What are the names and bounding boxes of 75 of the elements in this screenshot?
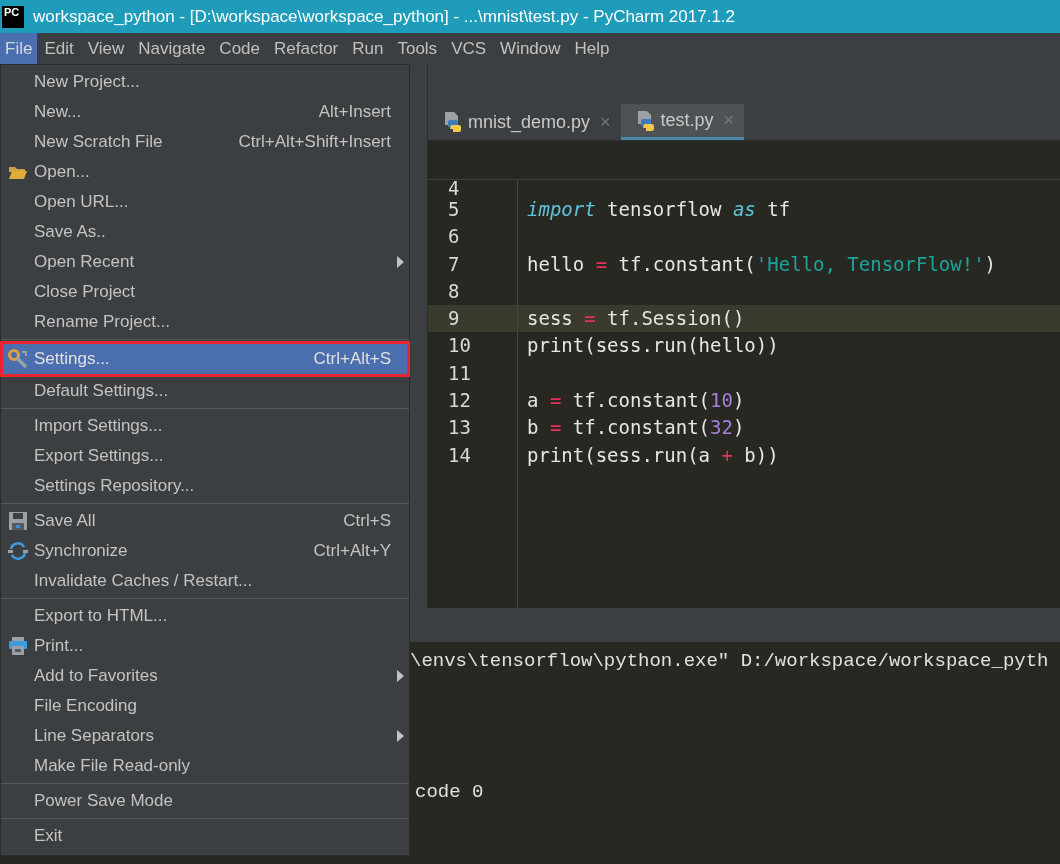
menu-item[interactable]: Window: [493, 33, 568, 64]
line-number: 10: [448, 333, 472, 359]
shortcut-label: Ctrl+S: [343, 511, 391, 531]
printer-icon: [6, 635, 29, 657]
line-number: 7: [448, 251, 461, 277]
menu-item[interactable]: Edit: [37, 33, 81, 64]
menu-entry[interactable]: Synchronize Ctrl+Alt+Y: [1, 536, 409, 566]
tab-label: test.py: [660, 110, 714, 131]
menu-entry[interactable]: Make File Read-only: [1, 751, 409, 781]
line-number: 6: [448, 224, 461, 250]
menu-entry[interactable]: Invalidate Caches / Restart...: [1, 566, 409, 596]
menu-item[interactable]: View: [80, 33, 132, 64]
menu-entry[interactable]: Print...: [1, 631, 409, 661]
file-tab[interactable]: test.py ×: [620, 104, 745, 140]
line-number: 9: [428, 305, 517, 333]
submenu-arrow-icon: [396, 256, 404, 268]
submenu-arrow-icon: [396, 730, 404, 742]
menu-item[interactable]: Run: [345, 33, 391, 64]
code-line: sess = tf.Session(): [527, 307, 745, 330]
python-file-icon: [442, 111, 464, 133]
menu-entry[interactable]: Default Settings...: [1, 376, 409, 406]
menu-item[interactable]: VCS: [444, 33, 494, 64]
menu-entry[interactable]: Close Project: [1, 277, 409, 307]
menu-entry[interactable]: New Project...: [1, 67, 409, 97]
window-title: workspace_python - [D:\workspace\workspace_python] - ...\mnist\test.py - PyCharm 2017.1.2: [33, 6, 736, 27]
menu-entry[interactable]: Power Save Mode: [1, 786, 409, 816]
menu-item[interactable]: Code: [212, 33, 267, 64]
menu-entry[interactable]: Settings... Ctrl+Alt+S: [1, 342, 409, 376]
app-icon: PC: [2, 5, 24, 28]
menu-entry[interactable]: Export to HTML...: [1, 601, 409, 631]
code-line: b = tf.constant(32): [527, 416, 745, 439]
line-number: 5: [448, 197, 461, 222]
tab-label: mnist_demo.py: [468, 111, 591, 133]
shortcut-label: Ctrl+Alt+S: [313, 349, 391, 369]
line-number: 13: [448, 415, 472, 441]
wrench-icon: [6, 348, 29, 370]
code-line: hello = tf.constant('Hello, TensorFlow!'): [527, 252, 997, 275]
submenu-arrow-icon: [396, 670, 404, 682]
line-number: 14: [448, 442, 472, 468]
menu-entry[interactable]: Open...: [1, 157, 409, 187]
floppy-icon: [6, 510, 29, 532]
code-line: print(sess.run(a + b)): [527, 443, 779, 466]
menu-entry[interactable]: Line Separators: [1, 721, 409, 751]
menu-entry[interactable]: File Encoding: [1, 691, 409, 721]
menu-entry[interactable]: New... Alt+Insert: [1, 97, 409, 127]
sync-icon: [6, 540, 29, 562]
code-line: a = tf.constant(10): [527, 389, 745, 412]
menu-item[interactable]: Refactor: [267, 33, 346, 64]
menu-entry[interactable]: Open URL...: [1, 187, 409, 217]
line-number: 4: [448, 180, 461, 196]
menu-item[interactable]: File: [0, 33, 38, 64]
menu-entry[interactable]: New Scratch File Ctrl+Alt+Shift+Insert: [1, 127, 409, 157]
menu-item[interactable]: Navigate: [131, 33, 213, 64]
code-line: import tensorflow as tf: [527, 198, 791, 220]
menu-item[interactable]: Help: [567, 33, 617, 64]
menu-entry[interactable]: Export Settings...: [1, 441, 409, 471]
menu-entry[interactable]: Save As..: [1, 217, 409, 247]
menu-entry[interactable]: Rename Project...: [1, 307, 409, 337]
menu-entry[interactable]: Save All Ctrl+S: [1, 506, 409, 536]
menu-entry[interactable]: Open Recent: [1, 247, 409, 277]
shortcut-label: Ctrl+Alt+Y: [313, 541, 391, 561]
shortcut-label: Alt+Insert: [318, 102, 391, 122]
shortcut-label: Ctrl+Alt+Shift+Insert: [238, 132, 391, 152]
menu-entry[interactable]: Exit: [1, 821, 409, 851]
line-number: 12: [448, 388, 472, 414]
menu-item[interactable]: Tools: [390, 33, 445, 64]
console-line: code 0: [414, 780, 485, 806]
menu-entry[interactable]: Import Settings...: [1, 411, 409, 441]
line-number: 11: [448, 360, 472, 386]
line-number: 8: [448, 278, 461, 304]
menu-entry[interactable]: Settings Repository...: [1, 471, 409, 501]
console-line: \envs\tensorflow\python.exe" D:/workspace/workspace_pyth: [410, 649, 1050, 674]
file-tab[interactable]: mnist_demo.py ×: [428, 104, 621, 140]
menu-entry[interactable]: Add to Favorites: [1, 661, 409, 691]
code-line: print(sess.run(hello)): [527, 334, 779, 357]
